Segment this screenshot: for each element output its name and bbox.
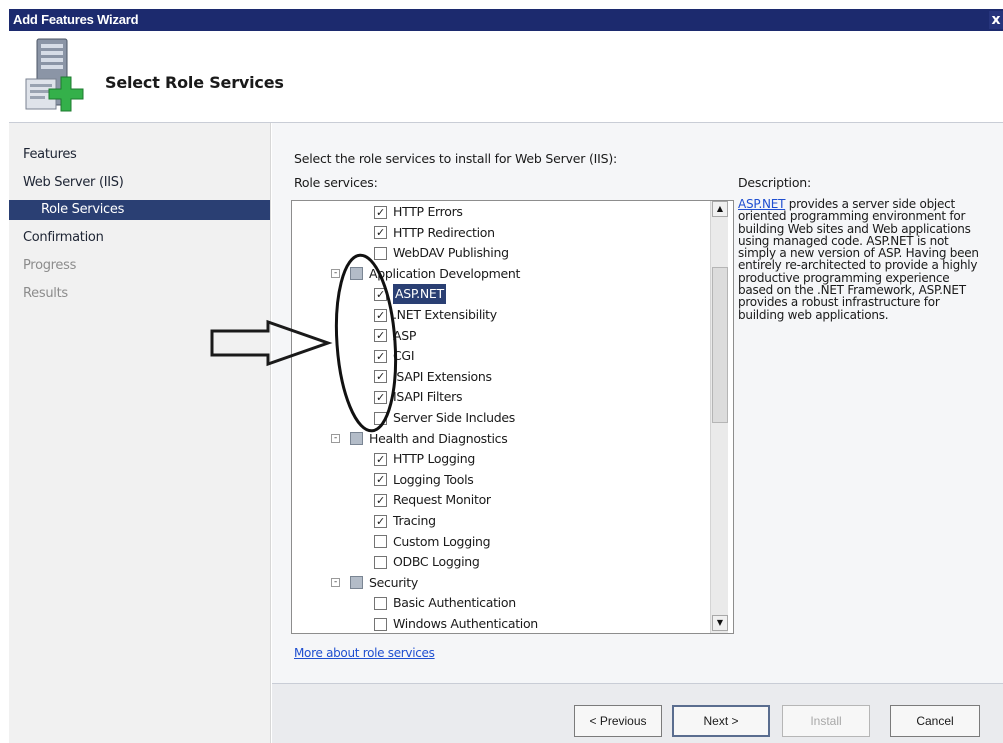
tree-item-label: HTTP Logging <box>393 451 475 467</box>
nav-step-confirmation[interactable]: Confirmation <box>23 228 104 248</box>
tree-item-row[interactable]: ✓ .NET Extensibility <box>374 305 497 325</box>
tree-item-label: Server Side Includes <box>393 410 515 425</box>
tree-item-label: Tracing <box>393 513 436 528</box>
partial-checkbox[interactable] <box>350 432 363 446</box>
previous-button[interactable]: < Previous <box>574 705 662 737</box>
checkbox[interactable]: ✓ <box>374 329 387 343</box>
page-title: Select Role Services <box>105 73 284 92</box>
tree-item-row[interactable]: ✓ HTTP Redirection <box>374 223 495 243</box>
collapse-icon[interactable]: - <box>331 434 340 444</box>
tree-item-label: ASP.NET <box>393 284 446 305</box>
install-button: Install <box>782 705 870 737</box>
tree-item-label: Custom Logging <box>393 533 491 549</box>
next-button[interactable]: Next > <box>672 705 770 737</box>
tree-item-row[interactable]: ✓ Request Monitor <box>374 490 491 510</box>
collapse-icon[interactable]: - <box>331 269 340 279</box>
tree-group-row[interactable]: - Security <box>331 573 418 593</box>
tree-item-row[interactable]: Custom Logging <box>374 532 491 552</box>
checkbox[interactable]: ✓ <box>374 473 387 487</box>
tree-item-label: ISAPI Filters <box>393 389 463 405</box>
tree-item-label: Windows Authentication <box>393 616 538 631</box>
tree-item-label: Health and Diagnostics <box>369 430 508 446</box>
wizard-window: Add Features Wizard x Select Role Servic… <box>9 9 1003 743</box>
checkbox[interactable]: ✓ <box>374 287 387 301</box>
nav-step-results: Results <box>23 286 68 301</box>
tree-item-label: Logging Tools <box>393 471 474 487</box>
tree-group-row[interactable]: - Health and Diagnostics <box>331 429 508 449</box>
checkbox[interactable]: ✓ <box>374 493 387 507</box>
description-label: Description: <box>738 175 812 190</box>
collapse-icon[interactable]: - <box>331 578 340 588</box>
checkbox[interactable] <box>374 246 387 260</box>
tree-item-row[interactable]: ODBC Logging <box>374 552 480 572</box>
tree-item-label: Request Monitor <box>393 492 491 508</box>
checkbox[interactable]: ✓ <box>374 226 387 240</box>
tree-item-row[interactable]: ✓ ISAPI Extensions <box>374 367 492 387</box>
tree-item-row[interactable]: Windows Authentication <box>374 614 538 633</box>
tree-item-row[interactable]: ✓ HTTP Logging <box>374 449 475 469</box>
checkbox[interactable]: ✓ <box>374 370 387 384</box>
tree-item-label: Security <box>369 574 418 590</box>
role-services-tree[interactable]: ✓ HTTP Errors ✓ HTTP Redirection WebDAV Publ… <box>291 200 734 634</box>
tree-item-label: HTTP Errors <box>393 204 463 219</box>
close-icon[interactable]: x <box>989 11 1003 29</box>
scroll-thumb[interactable] <box>712 267 728 423</box>
tree-item-row[interactable]: ✓ Tracing <box>374 511 436 531</box>
tree-item-label: ODBC Logging <box>393 554 480 570</box>
checkbox[interactable] <box>374 617 387 631</box>
checkbox[interactable] <box>374 411 387 425</box>
checkbox[interactable]: ✓ <box>374 452 387 466</box>
tree-item-label: Basic Authentication <box>393 595 516 611</box>
tree-item-row[interactable]: Server Side Includes <box>374 408 515 428</box>
instruction-text: Select the role services to install for … <box>294 151 618 166</box>
tree-item-row[interactable]: WebDAV Publishing <box>374 243 509 263</box>
tree-item-row[interactable]: Basic Authentication <box>374 593 516 613</box>
wizard-steps-nav: Features Web Server (IIS) Role Services … <box>9 123 271 743</box>
nav-step-features[interactable]: Features <box>23 145 77 165</box>
checkbox[interactable] <box>374 596 387 610</box>
server-add-icon <box>25 38 84 112</box>
description-text: ASP.NET provides a server side object or… <box>738 198 983 321</box>
tree-item-row[interactable]: ✓ HTTP Errors <box>374 202 463 222</box>
tree-item-row[interactable]: ✓ ASP <box>374 326 416 346</box>
tree-item-label: .NET Extensibility <box>393 307 497 322</box>
tree-item-row[interactable]: ✓ CGI <box>374 346 415 366</box>
checkbox[interactable]: ✓ <box>374 349 387 363</box>
tree-group-row[interactable]: - Application Development <box>331 264 520 284</box>
cancel-button[interactable]: Cancel <box>890 705 980 737</box>
description-body: provides a server side object oriented p… <box>738 197 979 322</box>
tree-item-label: HTTP Redirection <box>393 224 495 240</box>
more-about-role-services-link[interactable]: More about role services <box>294 646 435 660</box>
tree-item-label: CGI <box>393 348 415 364</box>
tree-item-row[interactable]: ✓ ASP.NET <box>374 284 446 305</box>
tree-scrollbar[interactable]: ▲ ▼ <box>710 201 728 633</box>
tree-item-row[interactable]: ✓ ISAPI Filters <box>374 387 462 407</box>
checkbox[interactable]: ✓ <box>374 205 387 219</box>
main-content: Select the role services to install for … <box>272 123 1003 683</box>
checkbox[interactable] <box>374 535 387 549</box>
wizard-footer: < Previous Next > Install Cancel <box>272 683 1003 743</box>
checkbox[interactable] <box>374 555 387 569</box>
scroll-down-icon[interactable]: ▼ <box>712 615 728 631</box>
checkbox[interactable]: ✓ <box>374 308 387 322</box>
partial-checkbox[interactable] <box>350 576 363 590</box>
wizard-header: Select Role Services <box>9 31 1003 123</box>
tree-item-label: WebDAV Publishing <box>393 245 509 261</box>
nav-step-web-server[interactable]: Web Server (IIS) <box>23 173 124 193</box>
scroll-up-icon[interactable]: ▲ <box>712 201 728 217</box>
nav-step-progress: Progress <box>23 258 77 273</box>
tree-item-label: Application Development <box>369 265 521 281</box>
nav-step-role-services[interactable]: Role Services <box>9 200 270 220</box>
checkbox[interactable]: ✓ <box>374 390 387 404</box>
title-bar[interactable]: Add Features Wizard x <box>9 9 1003 31</box>
tree-item-row[interactable]: ✓ Logging Tools <box>374 470 474 490</box>
window-title: Add Features Wizard <box>13 12 139 27</box>
tree-item-label: ASP <box>393 327 417 343</box>
partial-checkbox[interactable] <box>350 267 363 281</box>
checkbox[interactable]: ✓ <box>374 514 387 528</box>
role-services-label: Role services: <box>294 175 378 190</box>
tree-item-label: ISAPI Extensions <box>393 368 492 384</box>
